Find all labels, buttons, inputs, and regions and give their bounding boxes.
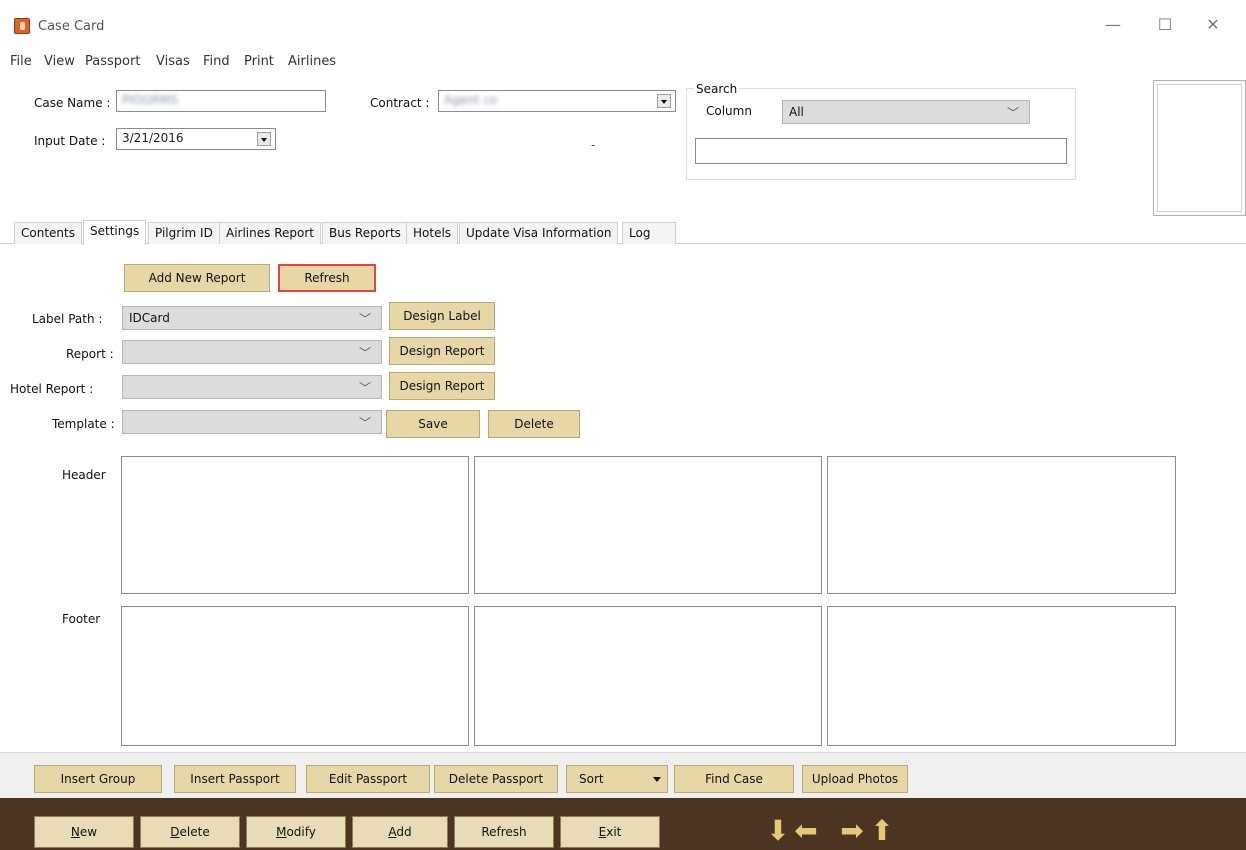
menu-airlines[interactable]: Airlines bbox=[288, 54, 336, 69]
footer-label: Footer bbox=[62, 612, 101, 626]
design-hotel-report-button[interactable]: Design Report bbox=[389, 372, 495, 400]
hotel-report-select[interactable]: ﹀ bbox=[122, 375, 382, 399]
modify-label: odify bbox=[286, 825, 316, 839]
maximize-icon[interactable]: ☐ bbox=[1150, 14, 1180, 36]
header-right-panel[interactable] bbox=[827, 456, 1176, 594]
arrow-left-icon[interactable]: ⬅ bbox=[792, 816, 820, 846]
menu-passport[interactable]: Passport bbox=[85, 54, 140, 69]
arrow-right-icon[interactable]: ➡ bbox=[838, 816, 866, 846]
search-column-value: All bbox=[789, 105, 804, 119]
tab-log[interactable]: Log bbox=[622, 222, 676, 244]
sort-label: Sort bbox=[579, 772, 604, 786]
contract-label: Contract : bbox=[370, 96, 430, 110]
chevron-down-icon: ﹀ bbox=[1006, 106, 1019, 120]
case-name-label: Case Name : bbox=[34, 96, 111, 110]
footer-center-panel[interactable] bbox=[474, 606, 822, 746]
add-label: dd bbox=[396, 825, 412, 839]
delete-button[interactable]: Delete bbox=[140, 816, 240, 848]
input-date-picker[interactable]: 3/21/2016 bbox=[116, 128, 276, 150]
upload-photos-button[interactable]: Upload Photos bbox=[802, 765, 908, 793]
menu-file[interactable]: File bbox=[10, 54, 32, 69]
insert-group-button[interactable]: Insert Group bbox=[34, 765, 162, 793]
input-date-value: 3/21/2016 bbox=[122, 131, 184, 145]
add-button[interactable]: Add bbox=[352, 816, 448, 848]
header-left-panel[interactable] bbox=[121, 456, 469, 594]
menu-print[interactable]: Print bbox=[244, 54, 274, 69]
search-input[interactable] bbox=[695, 138, 1067, 164]
tab-pilgrim-id[interactable]: Pilgrim ID bbox=[148, 222, 220, 244]
delete-template-button[interactable]: Delete bbox=[488, 410, 580, 438]
template-select[interactable]: ﹀ bbox=[122, 410, 382, 434]
find-case-button[interactable]: Find Case bbox=[674, 765, 794, 793]
label-path-value: IDCard bbox=[129, 311, 170, 325]
menu-visas[interactable]: Visas bbox=[156, 54, 190, 69]
window-title: Case Card bbox=[38, 19, 105, 34]
header-label: Header bbox=[62, 468, 106, 482]
template-label: Template : bbox=[52, 417, 115, 431]
new-label: ew bbox=[79, 825, 98, 839]
input-date-label: Input Date : bbox=[34, 134, 106, 148]
chevron-down-icon: ﹀ bbox=[358, 312, 371, 326]
design-report-button[interactable]: Design Report bbox=[389, 337, 495, 365]
save-template-button[interactable]: Save bbox=[386, 410, 480, 438]
edit-passport-button[interactable]: Edit Passport bbox=[306, 765, 430, 793]
search-group-label: Search bbox=[694, 82, 740, 96]
chevron-down-icon[interactable] bbox=[657, 94, 671, 108]
case-name-value: PIOGRMS bbox=[122, 93, 178, 107]
label-path-label: Label Path : bbox=[32, 312, 103, 326]
tab-airlines-report[interactable]: Airlines Report bbox=[219, 222, 321, 244]
exit-button[interactable]: Exit bbox=[560, 816, 660, 848]
insert-passport-button[interactable]: Insert Passport bbox=[174, 765, 296, 793]
search-column-select[interactable]: All ﹀ bbox=[782, 100, 1030, 124]
delete-label: elete bbox=[179, 825, 210, 839]
calendar-dropdown-icon[interactable] bbox=[257, 132, 271, 146]
tab-update-visa-information[interactable]: Update Visa Information bbox=[459, 222, 619, 244]
add-new-report-button[interactable]: Add New Report bbox=[124, 264, 270, 292]
sort-dropdown-button[interactable]: Sort bbox=[566, 765, 668, 793]
report-select[interactable]: ﹀ bbox=[122, 340, 382, 364]
chevron-down-icon: ﹀ bbox=[358, 346, 371, 360]
tab-settings[interactable]: Settings bbox=[83, 220, 147, 245]
separator-dash: - bbox=[591, 138, 596, 152]
tab-bus-reports[interactable]: Bus Reports bbox=[322, 222, 408, 244]
modify-accelerator: M bbox=[276, 825, 287, 839]
close-icon[interactable]: ✕ bbox=[1198, 14, 1228, 36]
delete-accelerator: D bbox=[170, 825, 180, 839]
chevron-down-icon: ﹀ bbox=[358, 381, 371, 395]
arrow-down-icon[interactable]: ⬇ bbox=[766, 816, 790, 846]
contract-value: Agent co bbox=[444, 93, 498, 107]
refresh-settings-button[interactable]: Refresh bbox=[278, 264, 376, 292]
menu-view[interactable]: View bbox=[44, 54, 75, 69]
footer-left-panel[interactable] bbox=[121, 606, 469, 746]
hotel-report-label: Hotel Report : bbox=[10, 382, 94, 396]
new-accelerator: N bbox=[70, 825, 80, 839]
chevron-down-icon bbox=[653, 777, 661, 782]
refresh-button[interactable]: Refresh bbox=[454, 816, 554, 848]
tab-strip: Contents Settings Pilgrim ID Airlines Re… bbox=[0, 220, 1246, 245]
tab-contents[interactable]: Contents bbox=[14, 222, 82, 244]
search-column-label: Column bbox=[706, 104, 752, 118]
tab-hotels[interactable]: Hotels bbox=[406, 222, 459, 244]
app-icon bbox=[14, 18, 30, 34]
design-label-button[interactable]: Design Label bbox=[389, 302, 495, 330]
report-label: Report : bbox=[66, 347, 114, 361]
header-center-panel[interactable] bbox=[474, 456, 822, 594]
contract-dropdown[interactable]: Agent co bbox=[438, 90, 676, 112]
delete-passport-button[interactable]: Delete Passport bbox=[434, 765, 558, 793]
case-name-field[interactable]: PIOGRMS bbox=[116, 90, 326, 112]
exit-label: xit bbox=[606, 825, 622, 839]
minimize-icon[interactable]: — bbox=[1098, 14, 1128, 36]
new-button[interactable]: New bbox=[34, 816, 134, 848]
passport-photo-box bbox=[1153, 80, 1246, 216]
footer-right-panel[interactable] bbox=[827, 606, 1176, 746]
modify-button[interactable]: Modify bbox=[246, 816, 346, 848]
title-bar: Case Card — ☐ ✕ bbox=[0, 0, 1246, 44]
menu-find[interactable]: Find bbox=[203, 54, 230, 69]
chevron-down-icon: ﹀ bbox=[358, 416, 371, 430]
arrow-up-icon[interactable]: ⬆ bbox=[870, 816, 894, 846]
label-path-select[interactable]: IDCard ﹀ bbox=[122, 306, 382, 330]
